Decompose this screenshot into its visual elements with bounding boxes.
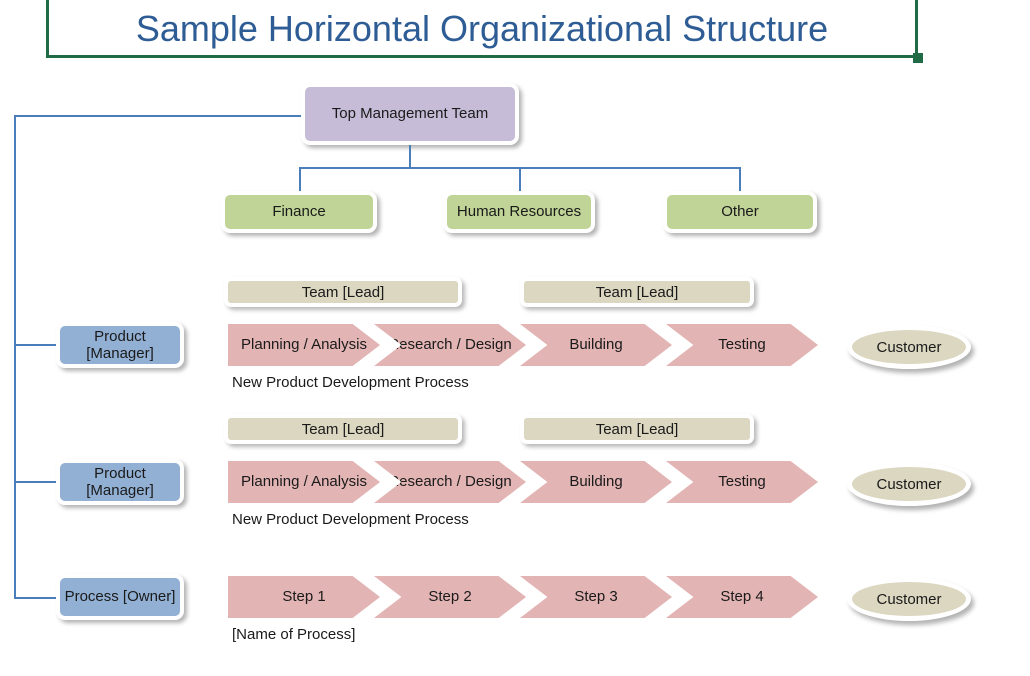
node-function-human-resources[interactable]: Human Resources	[443, 191, 595, 233]
node-top-management-label: Top Management Team	[331, 105, 489, 123]
node-function-finance-label: Finance	[272, 203, 326, 221]
node-owner-row2-label: Product [Manager]	[86, 464, 154, 499]
connector-trunk-vertical	[14, 115, 16, 599]
process-chevron-row1-4-label: Testing	[718, 336, 766, 354]
process-chevron-row3-2-label: Step 2	[428, 588, 472, 606]
chevron-body: Research / Design	[374, 461, 526, 503]
process-caption-row3: [Name of Process]	[232, 626, 356, 643]
node-top-management[interactable]: Top Management Team	[301, 83, 519, 145]
chevron-body: Testing	[666, 461, 818, 503]
connector-drop-finance	[299, 167, 301, 192]
node-function-other-label: Other	[721, 203, 759, 221]
chevron-body: Step 1	[228, 576, 380, 618]
process-caption-row2: New Product Development Process	[232, 511, 469, 528]
team-bar-row1-a-label: Team [Lead]	[301, 283, 385, 301]
node-owner-row3-label: Process [Owner]	[64, 588, 176, 606]
team-bar-row2-a[interactable]: Team [Lead]	[224, 414, 462, 444]
connector-drop-hr	[519, 167, 521, 192]
process-chevron-row1-2-label: Research / Design	[388, 336, 512, 354]
node-function-finance[interactable]: Finance	[221, 191, 377, 233]
connector-top-drop	[409, 145, 411, 168]
node-customer-row2-label: Customer	[876, 475, 942, 493]
node-customer-row3[interactable]: Customer	[847, 577, 971, 621]
node-function-other[interactable]: Other	[663, 191, 817, 233]
chevron-body: Step 4	[666, 576, 818, 618]
node-customer-row1-label: Customer	[876, 338, 942, 356]
chevron-body: Research / Design	[374, 324, 526, 366]
node-function-human-resources-label: Human Resources	[456, 203, 582, 221]
chevron-body: Step 2	[374, 576, 526, 618]
chevron-body: Building	[520, 461, 672, 503]
process-chevron-row2-3-label: Building	[569, 473, 623, 491]
process-chevron-row2-2-label: Research / Design	[388, 473, 512, 491]
team-bar-row2-b-label: Team [Lead]	[595, 420, 679, 438]
chevron-body: Planning / Analysis	[228, 461, 380, 503]
page-title: Sample Horizontal Organizational Structu…	[135, 8, 829, 49]
node-customer-row1[interactable]: Customer	[847, 325, 971, 369]
team-bar-row1-a[interactable]: Team [Lead]	[224, 277, 462, 307]
title-resize-handle[interactable]	[913, 53, 923, 63]
process-chevron-row2-4-label: Testing	[718, 473, 766, 491]
process-chevron-row1-1-label: Planning / Analysis	[241, 336, 367, 354]
team-bar-row2-a-label: Team [Lead]	[301, 420, 385, 438]
process-chevron-row3-1-label: Step 1	[282, 588, 326, 606]
node-owner-row1[interactable]: Product [Manager]	[56, 322, 184, 368]
chevron-body: Planning / Analysis	[228, 324, 380, 366]
chevron-body: Building	[520, 324, 672, 366]
process-chevron-row3-4-label: Step 4	[720, 588, 764, 606]
team-bar-row2-b[interactable]: Team [Lead]	[520, 414, 754, 444]
org-chart-canvas: Sample Horizontal Organizational Structu…	[0, 0, 1030, 676]
node-customer-row2[interactable]: Customer	[847, 462, 971, 506]
node-owner-row2[interactable]: Product [Manager]	[56, 459, 184, 505]
connector-branch-row-2	[14, 481, 56, 483]
connector-branch-row-3	[14, 597, 56, 599]
node-owner-row3[interactable]: Process [Owner]	[56, 574, 184, 620]
connector-branch-row-1	[14, 344, 56, 346]
node-customer-row3-label: Customer	[876, 590, 942, 608]
process-caption-row1: New Product Development Process	[232, 374, 469, 391]
chevron-body: Step 3	[520, 576, 672, 618]
process-chevron-row2-1-label: Planning / Analysis	[241, 473, 367, 491]
team-bar-row1-b[interactable]: Team [Lead]	[520, 277, 754, 307]
process-chevron-row1-3-label: Building	[569, 336, 623, 354]
chevron-body: Testing	[666, 324, 818, 366]
connector-trunk-top	[14, 115, 304, 117]
process-chevron-row3-3-label: Step 3	[574, 588, 618, 606]
node-owner-row1-label: Product [Manager]	[86, 327, 154, 362]
team-bar-row1-b-label: Team [Lead]	[595, 283, 679, 301]
connector-drop-other	[739, 167, 741, 192]
